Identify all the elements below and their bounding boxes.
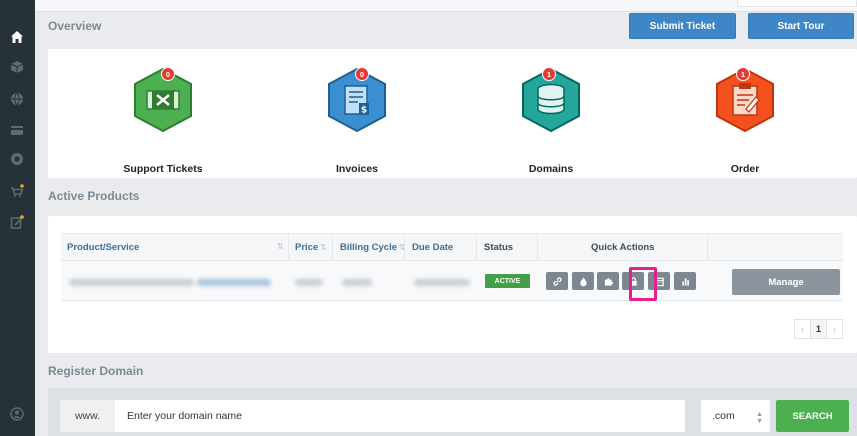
globe-icon[interactable]: [7, 89, 27, 109]
overview-title: Overview: [48, 19, 102, 33]
bar-chart-icon[interactable]: [674, 272, 696, 290]
overview-panel: 0 Support Tickets $ 0 Invoices 1 Domains: [48, 49, 857, 178]
invoices-badge: 0: [355, 67, 369, 81]
puzzle-icon[interactable]: [597, 272, 619, 290]
domain-input[interactable]: [115, 400, 685, 432]
overview-invoices[interactable]: $ 0 Invoices: [292, 67, 422, 182]
domains-label: Domains: [528, 163, 574, 175]
support-tickets-label: Support Tickets: [123, 163, 203, 175]
pagination-page[interactable]: 1: [810, 319, 827, 339]
column-status: Status: [484, 242, 514, 253]
order-badge: 1: [736, 67, 750, 81]
svg-text:$: $: [361, 106, 367, 116]
products-table-header: Product/Service ⇅ Price ⇅ Billing Cycle ⇅ …: [61, 233, 843, 261]
active-products-title: Active Products: [48, 189, 140, 203]
tld-select[interactable]: .com ▲ ▼: [701, 400, 770, 432]
pagination-next[interactable]: ›: [826, 319, 843, 339]
invoices-label: Invoices: [335, 163, 379, 175]
sort-icon[interactable]: ⇅: [277, 242, 284, 251]
domain-search-button[interactable]: SEARCH: [776, 400, 849, 432]
lock-action-highlight: [629, 267, 657, 301]
domain-prefix: www.: [60, 400, 115, 432]
life-ring-icon[interactable]: [7, 149, 27, 169]
product-name-redacted: [69, 279, 194, 286]
product-domain-redacted[interactable]: [197, 279, 271, 286]
billing-cycle-redacted: [342, 279, 372, 286]
column-billing-cycle[interactable]: Billing Cycle ⇅: [340, 242, 406, 253]
overview-domains[interactable]: 1 Domains: [486, 67, 616, 182]
register-domain-title: Register Domain: [48, 364, 144, 378]
sort-icon: ⇅: [320, 243, 327, 252]
link-icon[interactable]: [546, 272, 568, 290]
manage-button[interactable]: Manage: [732, 269, 840, 295]
cube-icon[interactable]: [7, 57, 27, 77]
credit-card-icon[interactable]: [7, 120, 27, 140]
tld-value: .com: [712, 410, 735, 422]
active-products-panel: Product/Service ⇅ Price ⇅ Billing Cycle ⇅ …: [48, 216, 857, 353]
column-quick-actions: Quick Actions: [591, 242, 655, 253]
top-bar: [35, 0, 857, 12]
column-due-date[interactable]: Due Date: [412, 242, 453, 253]
table-row[interactable]: ACTIVE Manage: [61, 261, 843, 301]
drop-icon[interactable]: [572, 272, 594, 290]
home-icon[interactable]: [7, 27, 27, 47]
support-tickets-badge: 0: [161, 67, 175, 81]
cart-star-icon[interactable]: [7, 181, 27, 201]
top-search-box[interactable]: [737, 0, 857, 7]
pagination-prev[interactable]: ‹: [794, 319, 811, 339]
overview-order[interactable]: 1 Order: [680, 67, 810, 182]
status-badge: ACTIVE: [485, 274, 530, 288]
domain-search-bar: www. .com ▲▼ SEARCH: [48, 388, 857, 436]
submit-ticket-button[interactable]: Submit Ticket: [629, 13, 736, 39]
price-redacted: [295, 279, 323, 286]
overview-support-tickets[interactable]: 0 Support Tickets: [98, 67, 228, 182]
edit-star-icon[interactable]: [7, 212, 27, 232]
domains-badge: 1: [542, 67, 556, 81]
user-circle-icon[interactable]: [7, 404, 27, 424]
start-tour-button[interactable]: Start Tour: [748, 13, 854, 39]
order-label: Order: [730, 163, 760, 175]
due-date-redacted: [414, 279, 470, 286]
sidebar: [0, 0, 35, 436]
pagination: ‹ 1 ›: [794, 319, 843, 339]
column-price[interactable]: Price ⇅: [295, 242, 327, 253]
chevron-down-icon: ▲ ▼: [756, 411, 763, 425]
column-product-service[interactable]: Product/Service: [67, 242, 139, 253]
